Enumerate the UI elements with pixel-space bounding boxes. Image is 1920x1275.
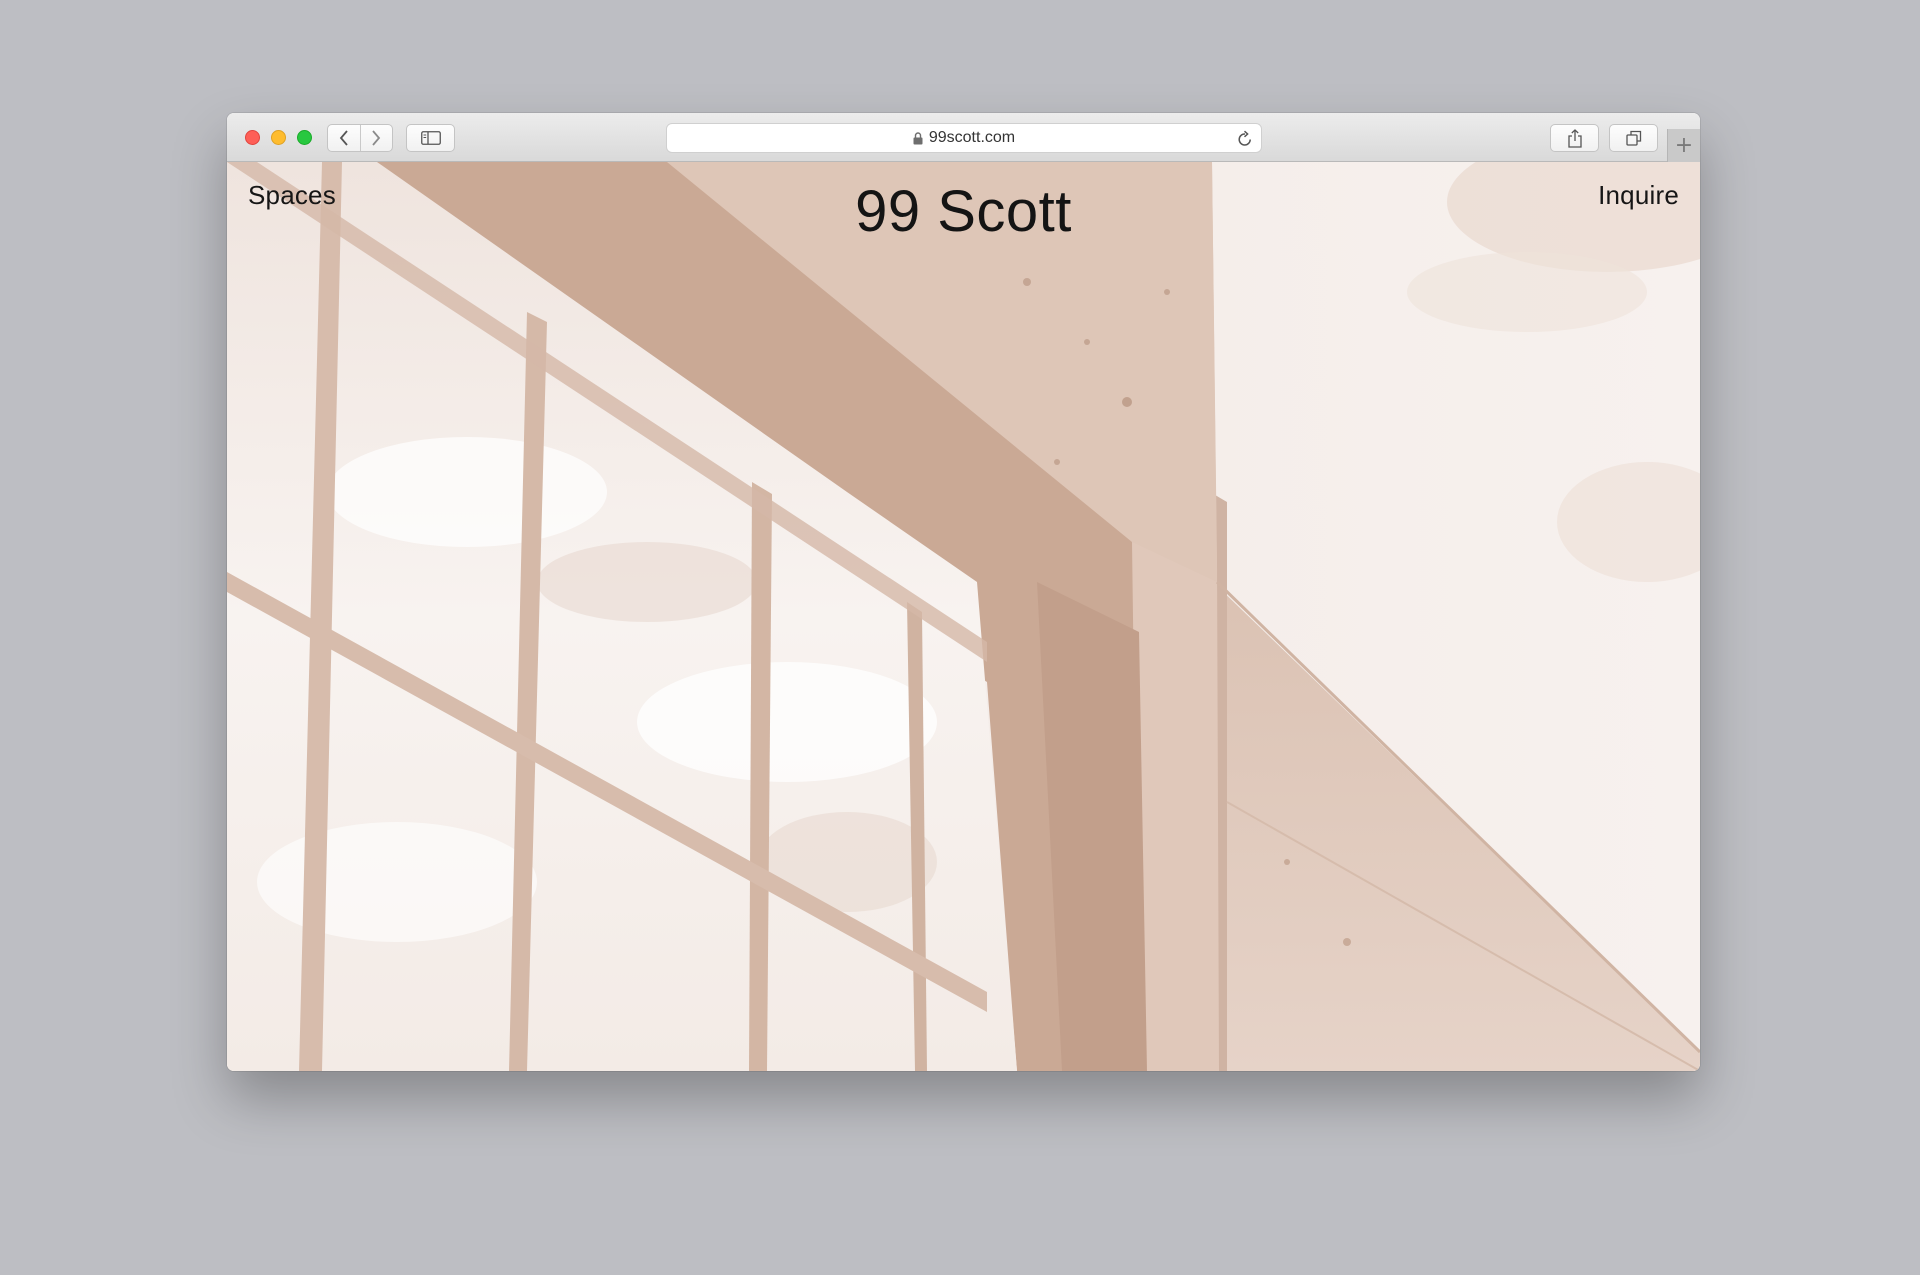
address-url: 99scott.com [928, 129, 1016, 146]
chevron-right-icon [372, 130, 381, 146]
hero-image [227, 162, 1700, 1071]
reload-icon [1238, 130, 1251, 146]
back-button[interactable] [328, 125, 360, 151]
site-title[interactable]: 99 Scott [227, 178, 1700, 245]
chevron-left-icon [339, 130, 348, 146]
web-page: Spaces 99 Scott Inquire [227, 162, 1700, 1071]
nav-inquire-link[interactable]: Inquire [1598, 180, 1679, 211]
tab-overview-button[interactable] [1609, 124, 1658, 152]
zoom-window-button[interactable] [297, 130, 312, 145]
new-tab-button[interactable]: + [1667, 129, 1700, 162]
address-bar[interactable]: 99scott.com [666, 123, 1262, 153]
reload-button[interactable] [1237, 130, 1253, 151]
share-button[interactable] [1550, 124, 1599, 152]
browser-toolbar: 99scott.com + [227, 113, 1700, 162]
new-tab-label: + [1674, 132, 1694, 158]
history-nav-group [327, 124, 393, 152]
browser-window: 99scott.com + Spaces 99 Scott Inquire [227, 113, 1700, 1071]
share-icon [1567, 128, 1582, 148]
tabs-icon [1625, 130, 1641, 146]
sidebar-icon [420, 131, 441, 145]
close-window-button[interactable] [245, 130, 260, 145]
sidebar-button[interactable] [406, 124, 455, 152]
minimize-window-button[interactable] [271, 130, 286, 145]
address-url-wrap: 99scott.com [667, 124, 1261, 152]
forward-button[interactable] [359, 125, 393, 151]
lock-icon [913, 131, 923, 145]
